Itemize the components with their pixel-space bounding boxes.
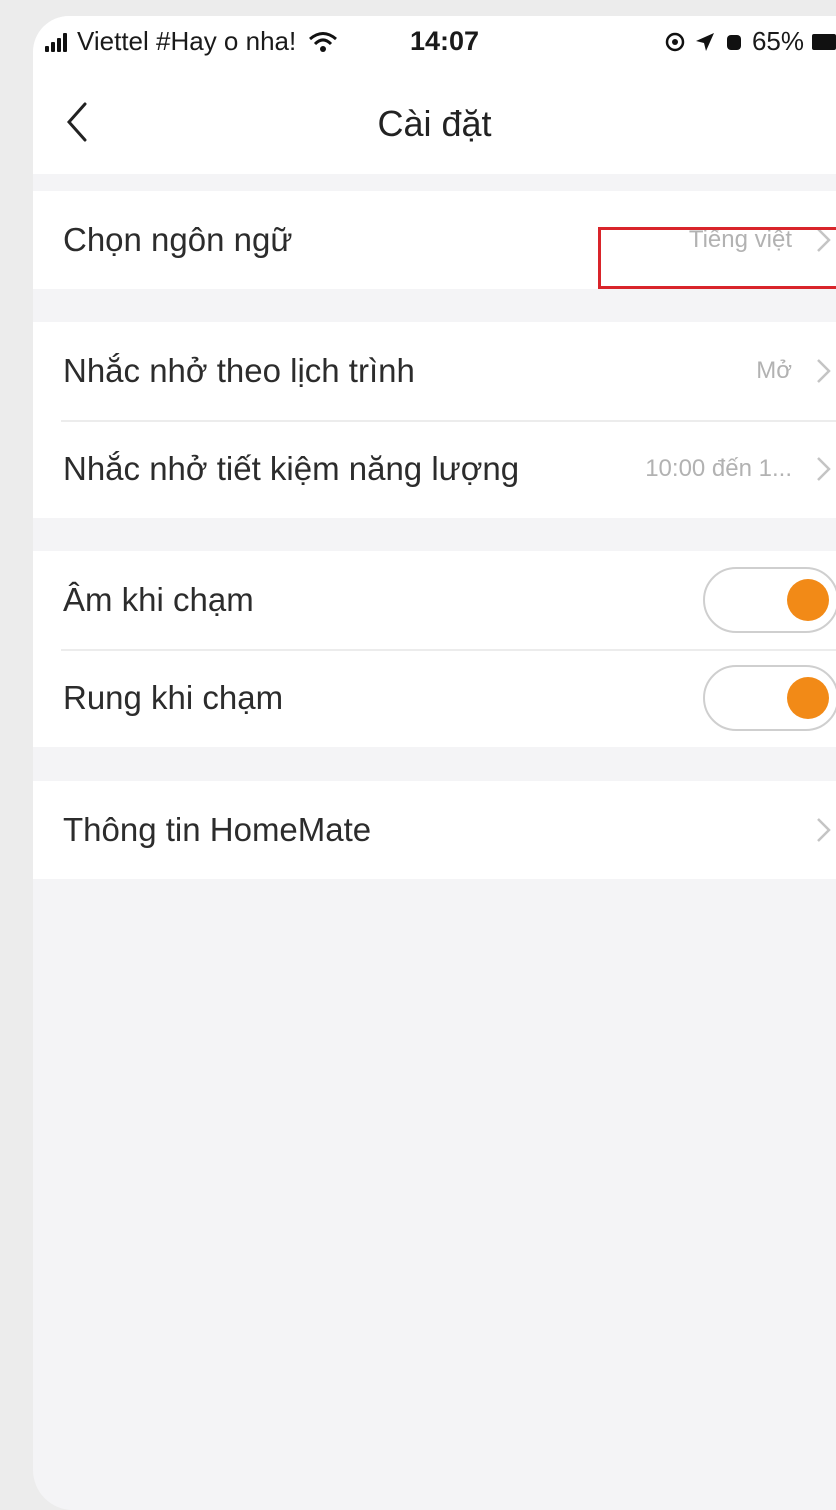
schedule-reminder-value: Mở xyxy=(756,357,792,384)
energy-reminder-label: Nhắc nhở tiết kiệm năng lượng xyxy=(63,450,520,487)
chevron-right-icon xyxy=(817,818,831,842)
nav-bar: Cài đặt xyxy=(33,66,836,174)
battery-percent: 65% xyxy=(751,26,804,56)
schedule-reminder-label: Nhắc nhở theo lịch trình xyxy=(63,352,415,389)
settings-group-touch: Âm khi chạm Rung khi chạm xyxy=(33,551,836,747)
energy-reminder-row[interactable]: Nhắc nhở tiết kiệm năng lượng 10:00 đến … xyxy=(33,420,836,518)
about-row[interactable]: Thông tin HomeMate xyxy=(33,781,836,879)
status-time: 14:07 xyxy=(410,26,480,56)
touch-sound-row: Âm khi chạm xyxy=(33,551,836,649)
phone-screen: Viettel #Hay o nha! 14:07 65% Cài đặt Ch… xyxy=(33,16,836,1510)
toggle-knob xyxy=(787,579,829,621)
carrier-name: Viettel #Hay o nha! xyxy=(77,26,297,56)
touch-vibrate-toggle[interactable] xyxy=(703,665,836,731)
touch-sound-label: Âm khi chạm xyxy=(63,581,254,618)
chevron-right-icon xyxy=(817,457,831,481)
wifi-icon xyxy=(309,31,338,52)
chevron-right-icon xyxy=(817,359,831,383)
settings-group-reminders: Nhắc nhở theo lịch trình Mở Nhắc nhở tiế… xyxy=(33,322,836,518)
orientation-lock-icon xyxy=(665,32,685,51)
battery-icon xyxy=(812,33,836,50)
energy-reminder-value: 10:00 đến 1... xyxy=(645,455,792,482)
touch-vibrate-label: Rung khi chạm xyxy=(63,679,284,716)
location-icon xyxy=(695,32,714,51)
signal-icon xyxy=(45,32,67,52)
toggle-knob xyxy=(787,677,829,719)
language-label: Chọn ngôn ngữ xyxy=(63,221,293,258)
about-label: Thông tin HomeMate xyxy=(63,811,372,848)
schedule-reminder-row[interactable]: Nhắc nhở theo lịch trình Mở xyxy=(33,322,836,420)
touch-sound-toggle[interactable] xyxy=(703,567,836,633)
page-title: Cài đặt xyxy=(377,103,492,144)
touch-vibrate-row: Rung khi chạm xyxy=(33,649,836,747)
status-bar: Viettel #Hay o nha! 14:07 65% xyxy=(33,16,836,66)
highlight-box xyxy=(598,227,836,289)
settings-group-about: Thông tin HomeMate xyxy=(33,781,836,879)
alarm-icon xyxy=(726,34,741,50)
